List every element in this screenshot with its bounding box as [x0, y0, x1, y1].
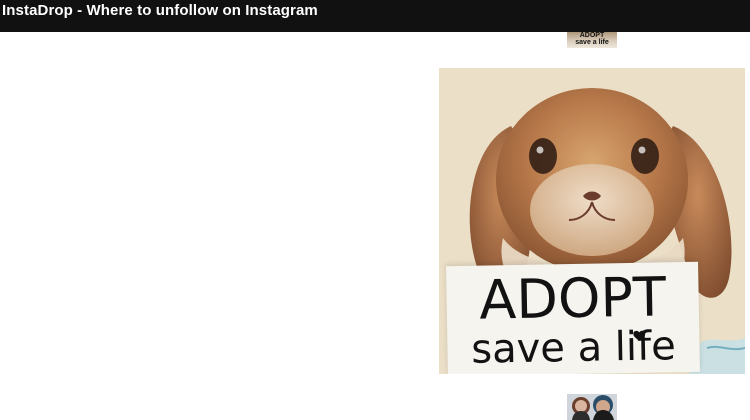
people-thumbnail-image [567, 394, 617, 420]
sign-text-line2: save a life [470, 323, 677, 373]
page-title: InstaDrop - Where to unfollow on Instagr… [2, 2, 318, 19]
adopt-sign: ADOPT save a life [446, 261, 700, 374]
post-thumbnail-adopt[interactable]: ADOPT save a life [567, 30, 617, 48]
title-bar: InstaDrop - Where to unfollow on Instagr… [0, 0, 750, 32]
post-preview-image[interactable]: ADOPT save a life [439, 68, 745, 374]
thumbnail-caption-line1: ADOPT [579, 32, 605, 39]
thumbnail-caption: ADOPT save a life [569, 32, 615, 46]
post-thumbnail-people[interactable] [567, 394, 617, 420]
thumbnail-caption-line2: save a life [575, 39, 609, 46]
sign-text-line1: ADOPT [478, 265, 667, 332]
heart-icon [633, 330, 646, 342]
